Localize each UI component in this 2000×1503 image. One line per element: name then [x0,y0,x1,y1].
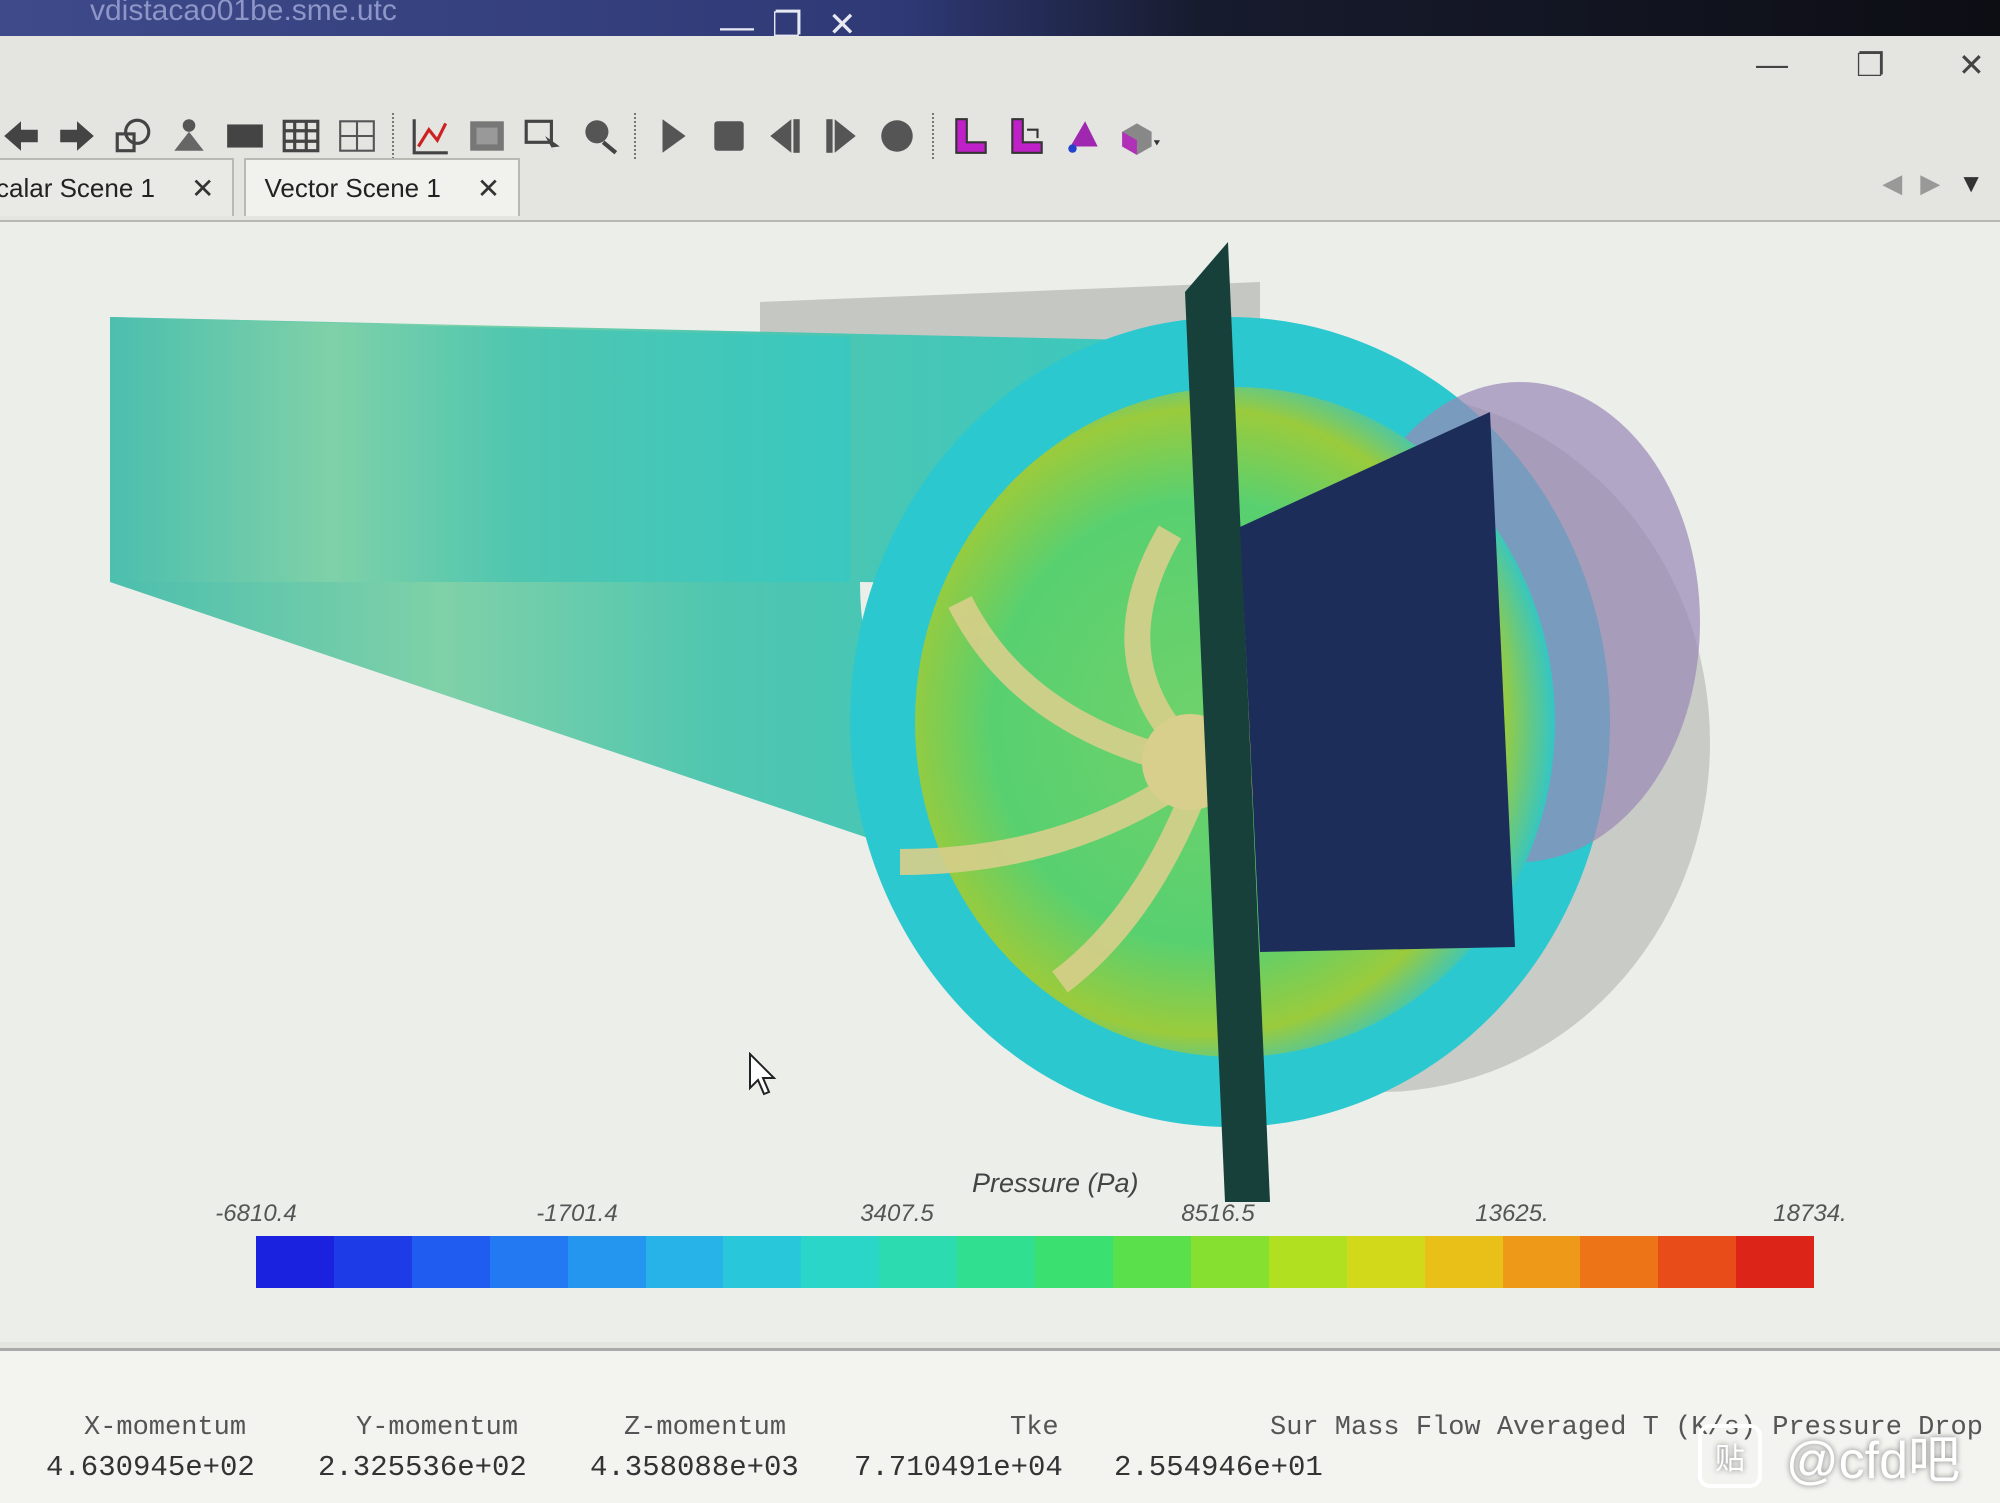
play-icon[interactable] [652,115,694,157]
person-icon[interactable] [168,115,210,157]
console-header: Tke [1010,1413,1059,1443]
probe-icon[interactable] [578,115,620,157]
color-bar-segment [957,1236,1036,1288]
color-bar-segment [1658,1236,1737,1288]
color-bar-segment [879,1236,958,1288]
app-restore-icon[interactable]: ❐ [1856,46,1885,84]
view-l2-icon[interactable] [1006,115,1048,157]
chart-icon[interactable] [410,115,452,157]
toolbar-separator [392,113,396,159]
watermark: 贴 @cfd吧 [1697,1418,1960,1493]
color-bar-segment [1035,1236,1113,1288]
region-icon[interactable] [466,115,508,157]
color-bar-segment [1268,1236,1347,1288]
mouse-cursor-icon [749,1052,777,1096]
color-bar-segment [256,1236,334,1288]
shapes-icon[interactable] [112,115,154,157]
color-bar-segment [1190,1236,1269,1288]
console-value: 2.325536e+02 [318,1451,527,1484]
color-bar-segment [723,1236,802,1288]
console-value: 4.358088e+03 [590,1451,799,1484]
tab-label: Vector Scene 1 [264,172,441,203]
app-close-icon[interactable]: ✕ [1958,46,1985,84]
chevron-right-icon[interactable]: ▶ [1920,168,1940,199]
pressure-color-bar [256,1236,1815,1288]
color-bar-segment [1736,1236,1815,1288]
color-bar-segment [1424,1236,1503,1288]
color-bar-segment [645,1236,724,1288]
chevron-left-icon[interactable]: ◀ [1882,168,1902,199]
legend-tick: 18734. [1773,1200,1847,1227]
console-value: 2.554946e+01 [1114,1451,1323,1484]
color-bar-segment [801,1236,880,1288]
close-icon[interactable]: ✕ [191,172,214,205]
back-icon[interactable] [0,115,42,157]
console-header: Z-momentum [624,1413,787,1443]
grid-icon[interactable] [280,115,322,157]
legend-title: Pressure (Pa) [972,1168,1139,1198]
view-3d-icon[interactable] [1062,115,1104,157]
tab-navigation: ◀ ▶ ▼ [1882,168,1984,199]
tab-scalar-scene[interactable]: calar Scene 1 ✕ [0,158,235,216]
record-icon[interactable] [876,115,918,157]
console-header: Y-momentum [356,1413,519,1443]
tab-label: calar Scene 1 [0,172,155,203]
color-bar-segment [333,1236,412,1288]
step-back-icon[interactable] [764,115,806,157]
step-forward-icon[interactable] [820,115,862,157]
legend-tick: -1701.4 [536,1200,618,1227]
close-icon[interactable]: ✕ [477,172,500,205]
color-bar-segment [1502,1236,1581,1288]
toolbar-separator [634,113,638,159]
tab-vector-scene[interactable]: Vector Scene 1 ✕ [244,158,521,216]
color-bar-segment [489,1236,568,1288]
color-bar-segment [1580,1236,1659,1288]
color-bar-segment [1346,1236,1425,1288]
forward-icon[interactable] [56,115,98,157]
color-bar-segment [567,1236,646,1288]
tieba-logo-icon: 贴 [1697,1423,1762,1488]
app-minimize-icon[interactable]: — [1756,46,1788,83]
color-bar-segment [1112,1236,1191,1288]
console-value: 4.630945e+02 [46,1451,255,1484]
legend-tick: 3407.5 [860,1200,934,1227]
console-header: X-momentum [84,1413,247,1443]
panel-icon[interactable] [224,115,266,157]
legend-tick: 13625. [1475,1200,1549,1227]
window-title: vdistacao01be.sme.utc [90,0,397,27]
stop-icon[interactable] [708,115,750,157]
view-l-icon[interactable] [950,115,992,157]
legend-tick: -6810.4 [215,1200,297,1227]
color-bar-segment [411,1236,490,1288]
view-iso-icon[interactable] [1118,115,1160,157]
scene-tabs: calar Scene 1 ✕ Vector Scene 1 ✕ [0,158,521,218]
console-value: 7.710491e+04 [854,1451,1063,1484]
grid-alt-icon[interactable] [336,115,378,157]
toolbar-separator [932,113,936,159]
legend-ticks: -6810.4 -1701.4 3407.5 8516.5 13625. 187… [0,1200,2000,1230]
watermark-text: @cfd吧 [1785,1432,1960,1490]
legend-tick: 8516.5 [1181,1200,1255,1227]
chevron-down-icon[interactable]: ▼ [1958,168,1984,199]
select-icon[interactable] [522,115,564,157]
